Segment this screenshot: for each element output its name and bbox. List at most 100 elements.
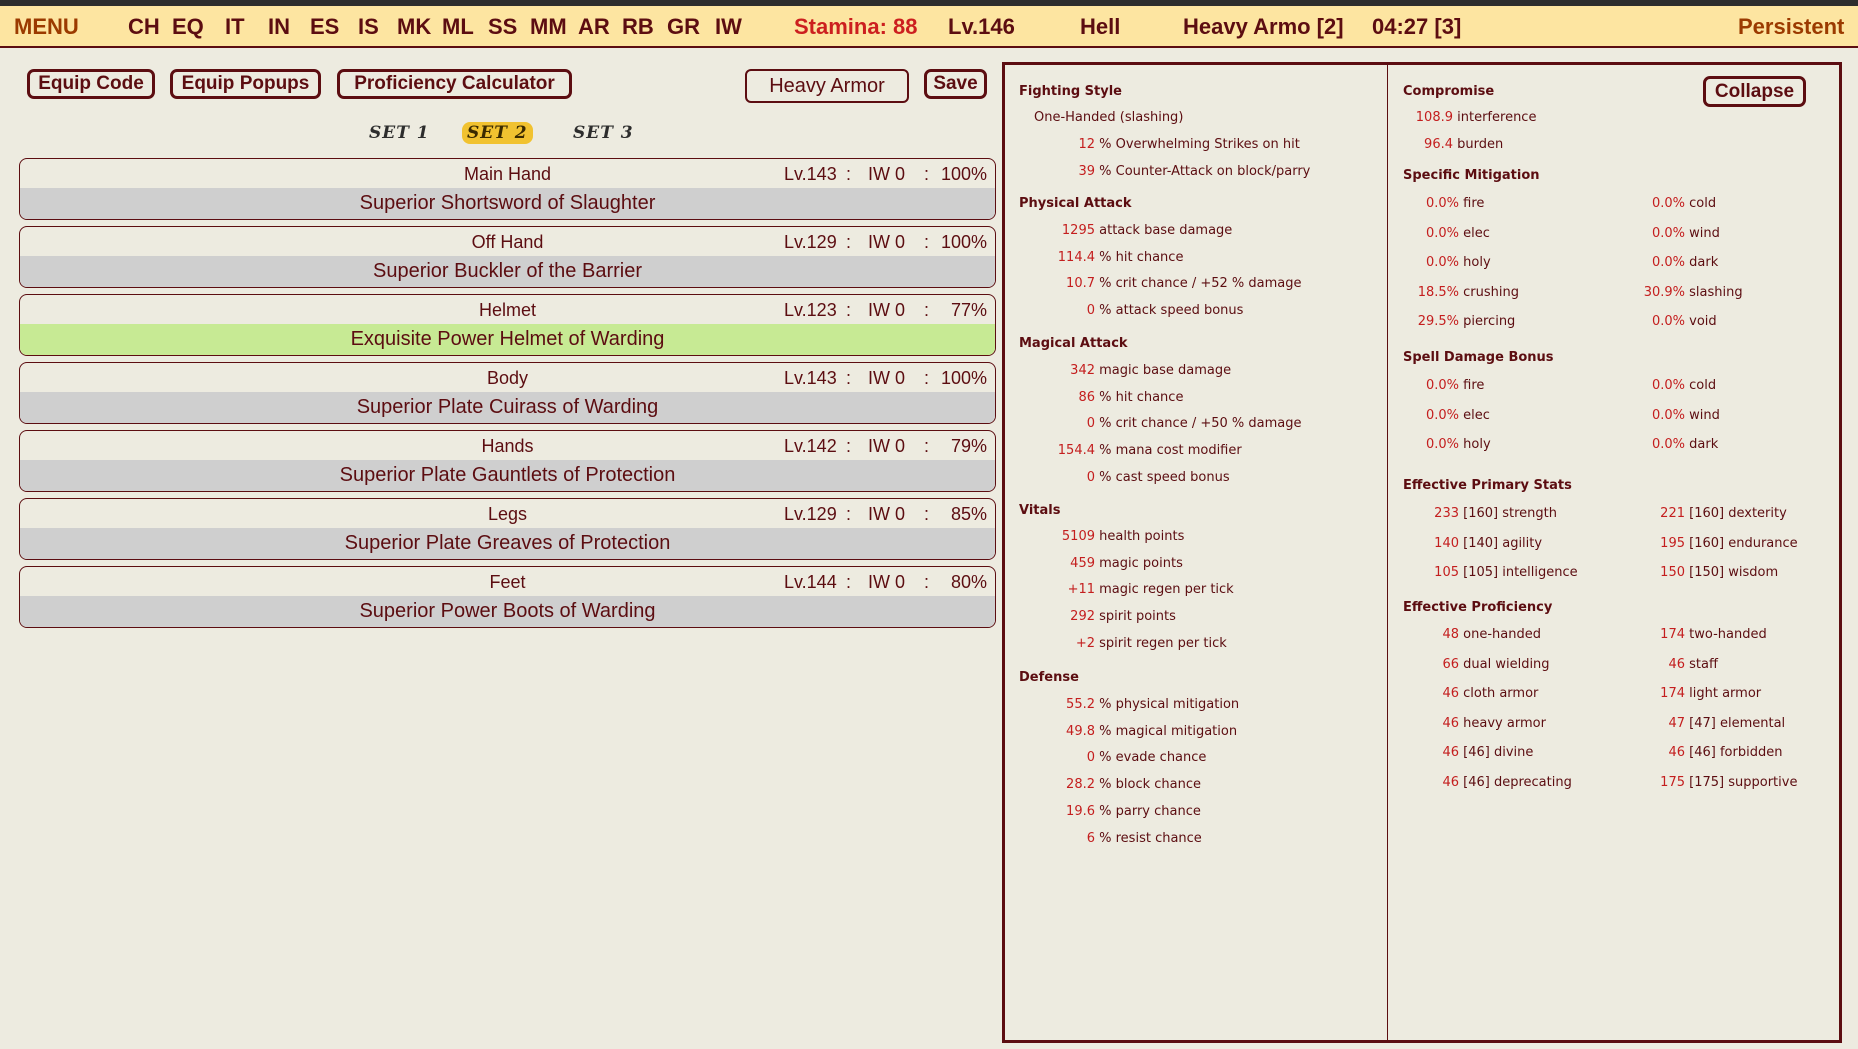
stat-line: 105 [105] intelligence [1413,565,1578,580]
stat-line: 46 [46] divine [1413,745,1533,760]
equip-slot[interactable]: Main Hand Lv.143: IW 0:100% Superior Shorts… [19,158,996,220]
equip-popups-button[interactable]: Equip Popups [170,69,321,99]
slot-header: Main Hand Lv.143: IW 0:100% [20,159,995,188]
stat-value: 0 [1086,750,1095,766]
equip-slot[interactable]: Hands Lv.142: IW 0:79% Superior Plate Gaunt… [19,430,996,492]
stat-line: 48 one-handed [1413,627,1541,642]
nav-rb[interactable]: RB [622,14,654,40]
slot-item-name[interactable]: Superior Shortsword of Slaughter [20,188,995,219]
stat-line: 0 % crit chance / +50 % damage [1025,416,1302,431]
stat-value: 10.7 [1066,276,1095,292]
stat-line: 0.0% cold [1639,378,1716,393]
set-tab-2[interactable]: SET 2 [462,122,533,144]
stat-line: 19.6 % parry chance [1025,804,1201,819]
equip-slot[interactable]: Off Hand Lv.129: IW 0:100% Superior Buckler… [19,226,996,288]
stat-value: 1295 [1061,223,1095,238]
nav-es[interactable]: ES [310,14,339,40]
slot-item-name[interactable]: Exquisite Power Helmet of Warding [20,324,995,355]
stat-line: 174 light armor [1639,686,1761,701]
stat-line: 0.0% void [1639,314,1717,329]
slot-level: Lv.143 [784,164,837,184]
stat-line: 0.0% elec [1413,408,1490,423]
stat-value: 0.0% [1425,407,1459,423]
proficiency-calculator-button[interactable]: Proficiency Calculator [337,69,572,99]
stat-label: [160] dexterity [1689,506,1787,521]
stat-label: attack base damage [1099,223,1233,238]
stat-label: one-handed [1463,627,1541,642]
slot-separator: : [924,232,930,252]
fighting-style-value: One-Handed (slashing) [1034,110,1184,125]
nav-ch[interactable]: CH [128,14,160,40]
stat-value: 96.4 [1424,136,1453,152]
nav-ml[interactable]: ML [442,14,474,40]
slot-item-name[interactable]: Superior Plate Gauntlets of Protection [20,460,995,491]
nav-gr[interactable]: GR [667,14,700,40]
stat-label: cloth armor [1463,686,1539,701]
nav-ss[interactable]: SS [488,14,517,40]
stat-value: 114.4 [1057,249,1095,265]
stat-line: 12 % Overwhelming Strikes on hit [1025,137,1300,152]
equip-slot[interactable]: Helmet Lv.123: IW 0:77% Exquisite Power Hel… [19,294,996,356]
set-tab-3[interactable]: SET 3 [568,122,639,144]
nav-mm[interactable]: MM [530,14,567,40]
set-tab-1[interactable]: SET 1 [364,122,435,144]
stat-line: 18.5% crushing [1413,285,1519,300]
nav-it[interactable]: IT [225,14,245,40]
stat-line: 86 % hit chance [1025,390,1183,405]
nav-eq[interactable]: EQ [172,14,204,40]
stat-label: piercing [1463,314,1516,329]
stat-label: spirit regen per tick [1099,635,1227,651]
persona-readout[interactable]: Heavy Armo [2] [1183,14,1344,40]
menu-button[interactable]: MENU [14,14,79,40]
stat-value: 195 [1660,535,1685,551]
stat-value: 0.0% [1425,225,1459,241]
equip-slot[interactable]: Legs Lv.129: IW 0:85% Superior Plate Greave… [19,498,996,560]
slot-iw: IW 0 [868,300,906,320]
slot-separator: : [924,436,930,456]
stat-line: 0.0% cold [1639,196,1716,211]
stat-value: 221 [1660,506,1685,521]
slot-separator: : [924,572,930,592]
stat-label: magic base damage [1099,363,1232,378]
stat-line: 0.0% fire [1413,378,1484,393]
slot-item-name[interactable]: Superior Buckler of the Barrier [20,256,995,287]
stat-line: 39 % Counter-Attack on block/parry [1025,164,1310,179]
nav-is[interactable]: IS [358,14,379,40]
nav-ar[interactable]: AR [578,14,610,40]
stat-value: 49.8 [1066,723,1095,739]
stat-label: [160] strength [1463,506,1557,521]
physical-heading: Physical Attack [1019,196,1132,211]
slot-item-name[interactable]: Superior Plate Greaves of Protection [20,528,995,559]
save-button[interactable]: Save [924,69,987,99]
slot-item-name[interactable]: Superior Plate Cuirass of Warding [20,392,995,423]
collapse-button[interactable]: Collapse [1703,76,1806,107]
stat-line: 221 [160] dexterity [1639,506,1787,521]
stat-label: % Overwhelming Strikes on hit [1099,137,1300,152]
stat-line: 0.0% fire [1413,196,1484,211]
stat-value: 47 [1668,715,1685,731]
nav-iw[interactable]: IW [715,14,742,40]
profile-name-input[interactable] [745,69,909,103]
stat-label: [105] intelligence [1463,565,1578,580]
persistent-mode[interactable]: Persistent [1738,14,1844,40]
nav-in[interactable]: IN [268,14,290,40]
equip-slot[interactable]: Feet Lv.144: IW 0:80% Superior Power Boots … [19,566,996,628]
slot-level: Lv.129 [784,504,837,524]
stat-label: % hit chance [1099,389,1184,405]
stat-label: dark [1689,255,1719,270]
stat-line: 140 [140] agility [1413,536,1542,551]
slot-separator: : [846,572,852,592]
stat-value: 0 [1086,469,1095,485]
stat-label: [175] supportive [1689,774,1798,790]
equip-code-button[interactable]: Equip Code [27,69,155,99]
stat-label: cold [1689,196,1717,211]
nav-mk[interactable]: MK [397,14,431,40]
stat-value: 86 [1078,389,1095,405]
stat-value: 29.5% [1417,314,1459,329]
stat-label: magic points [1099,555,1183,571]
equip-slot[interactable]: Body Lv.143: IW 0:100% Superior Plate Cuira… [19,362,996,424]
slot-item-name[interactable]: Superior Power Boots of Warding [20,596,995,627]
stat-value: 459 [1070,555,1095,571]
stat-label: magic regen per tick [1099,582,1234,598]
stat-value: 150 [1660,565,1685,580]
